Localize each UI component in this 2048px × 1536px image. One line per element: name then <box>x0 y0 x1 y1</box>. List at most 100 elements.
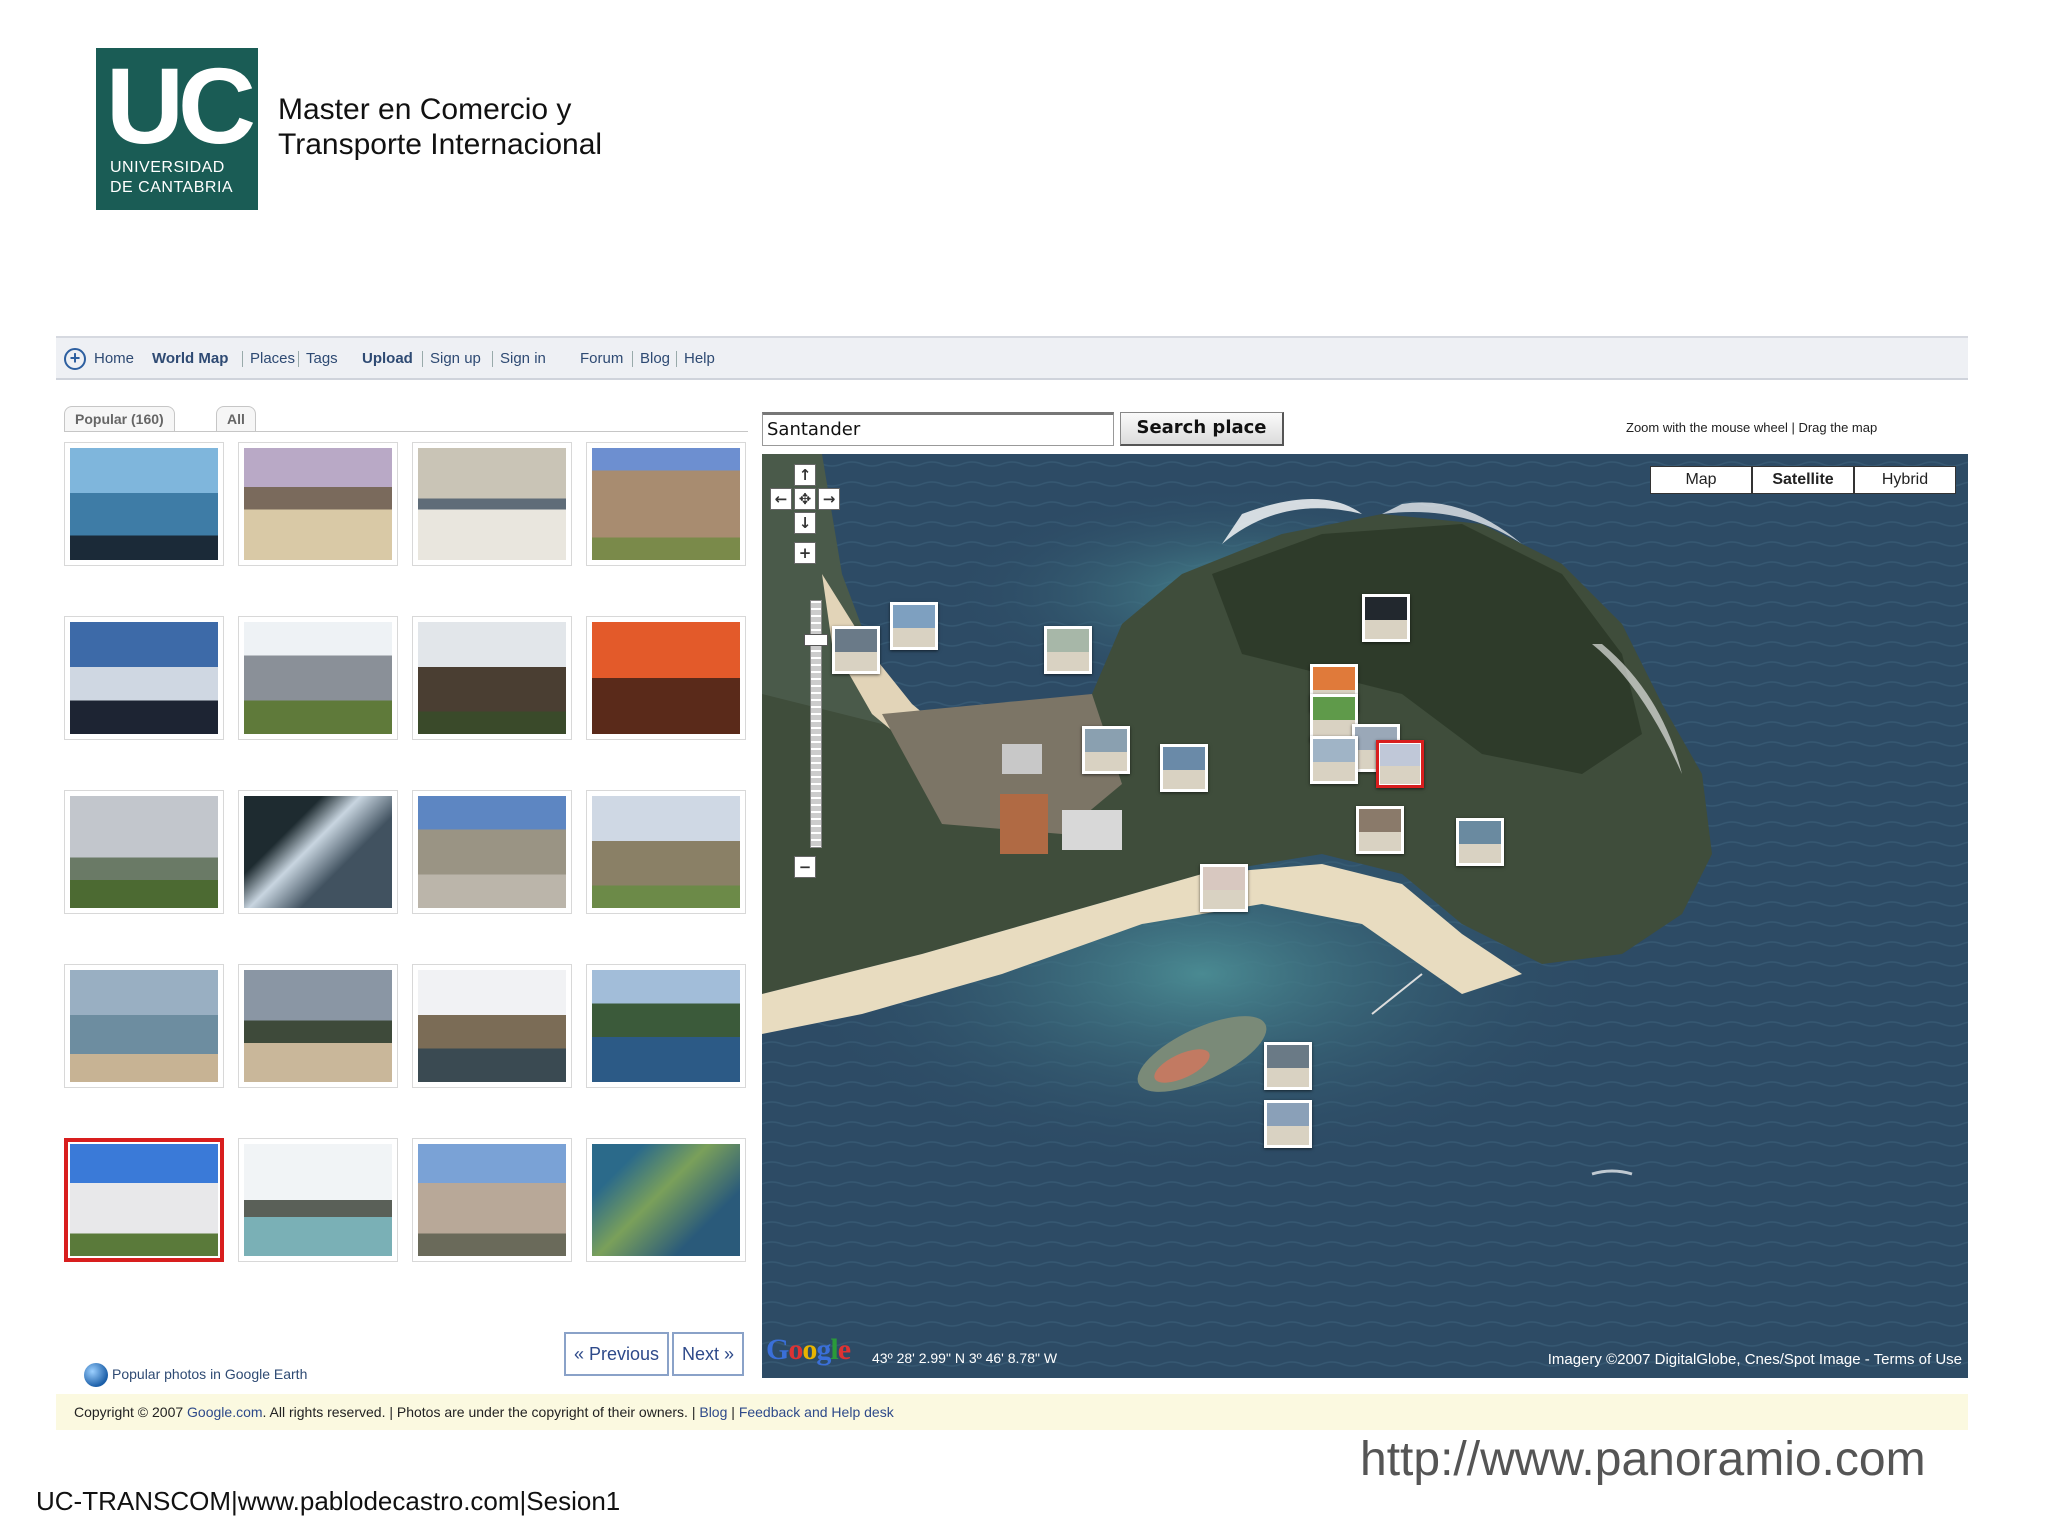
tab-popular[interactable]: Popular (160) <box>64 406 175 432</box>
gallery-photo[interactable] <box>412 616 572 740</box>
gallery-photo[interactable] <box>238 1138 398 1262</box>
place-search-input[interactable]: Santander <box>762 412 1114 446</box>
gallery-photo[interactable] <box>412 964 572 1088</box>
map-photo-marker[interactable] <box>1044 626 1092 674</box>
map-photo-marker[interactable] <box>1160 744 1208 792</box>
nav-upload[interactable]: Upload <box>362 338 413 380</box>
gallery-photo-image <box>70 796 218 908</box>
nav-sign-in[interactable]: Sign in <box>500 338 546 380</box>
slide-credit: UC-TRANSCOM|www.pablodecastro.com|Sesion… <box>36 1486 621 1516</box>
nav-help[interactable]: Help <box>684 338 715 380</box>
gallery-photo[interactable] <box>586 442 746 566</box>
gallery-photo-image <box>70 622 218 734</box>
pan-left-button[interactable]: ← <box>770 488 792 510</box>
nav-blog[interactable]: Blog <box>640 338 670 380</box>
gallery-photo[interactable] <box>586 1138 746 1262</box>
nav-world-map[interactable]: World Map <box>152 338 228 380</box>
footer-help-link[interactable]: Feedback and Help desk <box>739 1404 894 1420</box>
gallery-photo[interactable] <box>412 1138 572 1262</box>
gallery-photo[interactable] <box>238 790 398 914</box>
panoramio-plus-icon[interactable]: + <box>64 348 86 370</box>
pan-center-button[interactable]: ✥ <box>794 488 816 510</box>
google-logo: Google <box>766 1332 851 1368</box>
zoom-slider-handle[interactable] <box>804 634 828 646</box>
gallery-photo-image <box>418 970 566 1082</box>
gallery-photo-image <box>244 622 392 734</box>
gallery-photo[interactable] <box>586 964 746 1088</box>
pan-right-button[interactable]: → <box>818 488 840 510</box>
course-title: Master en Comercio y Transporte Internac… <box>278 92 602 162</box>
google-logo-letter: G <box>766 1333 789 1366</box>
map-photo-marker[interactable] <box>1356 806 1404 854</box>
gallery-photo[interactable] <box>412 790 572 914</box>
panoramio-screenshot: + Home World Map Places Tags Upload Sign… <box>56 336 1968 1436</box>
source-url: http://www.panoramio.com <box>1360 1433 1926 1486</box>
satellite-map[interactable]: ↑ ← ✥ → ↓ + − Map Satellite Hybrid Googl… <box>762 454 1968 1378</box>
nav-forum[interactable]: Forum <box>580 338 623 380</box>
gallery-photo-image <box>244 796 392 908</box>
map-photo-marker[interactable] <box>1264 1042 1312 1090</box>
google-logo-letter: o <box>788 1333 803 1366</box>
map-photo-marker-image <box>1359 809 1401 851</box>
map-photo-marker[interactable] <box>890 602 938 650</box>
nav-sign-up[interactable]: Sign up <box>430 338 481 380</box>
map-photo-marker[interactable] <box>1362 594 1410 642</box>
nav-separator <box>492 351 493 367</box>
footer-blog-link[interactable]: Blog <box>699 1404 727 1420</box>
map-photo-marker-image <box>1365 597 1407 639</box>
gallery-photo[interactable] <box>238 964 398 1088</box>
gallery-photo-image <box>70 970 218 1082</box>
logo-initials: UC <box>106 45 256 166</box>
gallery-photo[interactable] <box>412 442 572 566</box>
map-photo-marker[interactable] <box>1310 694 1358 742</box>
map-type-satellite[interactable]: Satellite <box>1752 466 1854 494</box>
map-photo-marker[interactable] <box>1200 864 1248 912</box>
pan-down-button[interactable]: ↓ <box>794 512 816 534</box>
map-photo-marker-image <box>1380 744 1420 784</box>
map-photo-marker-image <box>1047 629 1089 671</box>
pan-up-button[interactable]: ↑ <box>794 464 816 486</box>
gallery-photo-image <box>592 1144 740 1256</box>
google-earth-link[interactable]: Popular photos in Google Earth <box>84 1360 307 1388</box>
google-earth-icon <box>84 1363 108 1388</box>
gallery-photo[interactable] <box>64 616 224 740</box>
map-type-map[interactable]: Map <box>1650 466 1752 494</box>
map-photo-marker[interactable] <box>1310 736 1358 784</box>
gallery-photo[interactable] <box>64 790 224 914</box>
footer-google-link[interactable]: Google.com <box>187 1404 262 1420</box>
previous-button[interactable]: « Previous <box>564 1332 670 1376</box>
satellite-imagery <box>762 454 1968 1378</box>
map-type-hybrid[interactable]: Hybrid <box>1854 466 1956 494</box>
map-photo-marker[interactable] <box>1376 740 1424 788</box>
map-photo-marker[interactable] <box>1082 726 1130 774</box>
zoom-in-button[interactable]: + <box>794 542 816 564</box>
map-photo-marker-image <box>1459 821 1501 863</box>
top-navigation: + Home World Map Places Tags Upload Sign… <box>56 336 1968 380</box>
google-logo-letter: e <box>837 1333 851 1366</box>
gallery-photo[interactable] <box>64 442 224 566</box>
gallery-photo[interactable] <box>238 616 398 740</box>
footer-rights: . All rights reserved. | Photos are unde… <box>262 1404 700 1420</box>
map-photo-marker-image <box>1085 729 1127 771</box>
next-button[interactable]: Next » <box>672 1332 745 1376</box>
logo-text-line2: DE CANTABRIA <box>110 179 234 196</box>
gallery-photo[interactable] <box>586 790 746 914</box>
map-photo-marker-image <box>1313 739 1355 781</box>
gallery-photo[interactable] <box>64 964 224 1088</box>
search-place-button[interactable]: Search place <box>1120 412 1284 446</box>
map-photo-marker[interactable] <box>1264 1100 1312 1148</box>
nav-tags[interactable]: Tags <box>306 338 338 380</box>
gallery-photo[interactable] <box>238 442 398 566</box>
gallery-photo[interactable] <box>586 616 746 740</box>
nav-separator <box>632 351 633 367</box>
map-coordinates: 43º 28' 2.99" N 3º 46' 8.78" W <box>872 1350 1058 1366</box>
gallery-photo[interactable] <box>64 1138 224 1262</box>
map-photo-marker[interactable] <box>832 626 880 674</box>
map-photo-marker-image <box>1267 1045 1309 1087</box>
nav-home[interactable]: Home <box>94 338 134 380</box>
zoom-out-button[interactable]: − <box>794 856 816 878</box>
nav-places[interactable]: Places <box>250 338 295 380</box>
map-photo-marker[interactable] <box>1456 818 1504 866</box>
tab-all[interactable]: All <box>216 406 256 432</box>
gallery-photo-image <box>592 796 740 908</box>
